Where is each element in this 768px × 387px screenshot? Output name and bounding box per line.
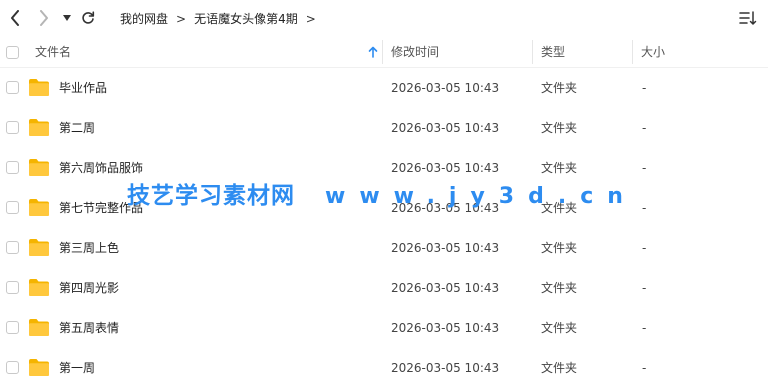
folder-icon [29, 159, 49, 176]
table-row[interactable]: 毕业作品 2026-03-05 10:43 文件夹 - [0, 68, 768, 108]
file-size: - [642, 281, 647, 295]
file-name: 第二周 [59, 121, 96, 135]
file-size: - [642, 321, 647, 335]
row-checkbox[interactable] [6, 361, 19, 374]
file-type: 文件夹 [541, 121, 578, 135]
file-type: 文件夹 [541, 361, 578, 375]
file-type: 文件夹 [541, 281, 578, 295]
row-checkbox[interactable] [6, 241, 19, 254]
file-name: 第一周 [59, 361, 96, 375]
forward-button[interactable] [34, 8, 54, 28]
row-checkbox[interactable] [6, 121, 19, 134]
folder-icon [29, 239, 49, 256]
file-size: - [642, 201, 647, 215]
file-size: - [642, 161, 647, 175]
file-type: 文件夹 [541, 201, 578, 215]
breadcrumb-separator: > [176, 11, 187, 26]
column-header-size[interactable]: 大小 [641, 36, 665, 68]
file-modified-date: 2026-03-05 10:43 [391, 281, 500, 295]
breadcrumb-item-current[interactable]: 无语魔女头像第4期 [194, 10, 298, 27]
table-row[interactable]: 第三周上色 2026-03-05 10:43 文件夹 - [0, 228, 768, 268]
row-checkbox[interactable] [6, 281, 19, 294]
file-name: 第四周光影 [59, 281, 120, 295]
file-modified-date: 2026-03-05 10:43 [391, 361, 500, 375]
file-size: - [642, 121, 647, 135]
column-header-name[interactable]: 文件名 [35, 36, 71, 68]
arrow-up-icon [368, 46, 378, 58]
table-row[interactable]: 第六周饰品服饰 2026-03-05 10:43 文件夹 - [0, 148, 768, 188]
column-header-type[interactable]: 类型 [541, 36, 565, 68]
file-size: - [642, 361, 647, 375]
folder-icon [29, 279, 49, 296]
row-checkbox[interactable] [6, 201, 19, 214]
file-modified-date: 2026-03-05 10:43 [391, 81, 500, 95]
refresh-icon [82, 11, 95, 24]
file-name: 第五周表情 [59, 321, 120, 335]
folder-icon [29, 79, 49, 96]
toolbar: 我的网盘 > 无语魔女头像第4期 > [0, 0, 768, 36]
table-row[interactable]: 第四周光影 2026-03-05 10:43 文件夹 - [0, 268, 768, 308]
select-all-checkbox[interactable] [6, 46, 19, 59]
breadcrumb: 我的网盘 > 无语魔女头像第4期 > [120, 10, 324, 27]
history-dropdown-button[interactable] [60, 8, 74, 28]
folder-icon [29, 359, 49, 376]
file-name: 毕业作品 [59, 81, 108, 95]
file-type: 文件夹 [541, 321, 578, 335]
back-button[interactable] [5, 8, 25, 28]
sort-options-button[interactable] [738, 9, 758, 27]
file-modified-date: 2026-03-05 10:43 [391, 321, 500, 335]
row-checkbox[interactable] [6, 321, 19, 334]
file-size: - [642, 241, 647, 255]
table-row[interactable]: 第七节完整作品 2026-03-05 10:43 文件夹 - [0, 188, 768, 228]
file-name: 第六周饰品服饰 [59, 161, 144, 175]
file-type: 文件夹 [541, 241, 578, 255]
file-name: 第七节完整作品 [59, 201, 144, 215]
file-size: - [642, 81, 647, 95]
file-modified-date: 2026-03-05 10:43 [391, 241, 500, 255]
chevron-right-icon [40, 10, 48, 26]
sort-list-icon [739, 11, 757, 25]
file-type: 文件夹 [541, 161, 578, 175]
row-checkbox[interactable] [6, 161, 19, 174]
column-divider[interactable] [382, 40, 383, 64]
file-modified-date: 2026-03-05 10:43 [391, 121, 500, 135]
file-name: 第三周上色 [59, 241, 120, 255]
table-row[interactable]: 第二周 2026-03-05 10:43 文件夹 - [0, 108, 768, 148]
row-checkbox[interactable] [6, 81, 19, 94]
folder-icon [29, 199, 49, 216]
breadcrumb-separator[interactable]: > [306, 12, 316, 26]
chevron-left-icon [11, 10, 19, 26]
table-row[interactable]: 第一周 2026-03-05 10:43 文件夹 - [0, 348, 768, 387]
file-type: 文件夹 [541, 81, 578, 95]
refresh-button[interactable] [78, 8, 98, 28]
column-divider[interactable] [532, 40, 533, 64]
file-modified-date: 2026-03-05 10:43 [391, 201, 500, 215]
caret-down-icon [63, 15, 71, 21]
column-divider[interactable] [632, 40, 633, 64]
breadcrumb-item-root[interactable]: 我的网盘 [120, 10, 168, 27]
table-row[interactable]: 第五周表情 2026-03-05 10:43 文件夹 - [0, 308, 768, 348]
file-modified-date: 2026-03-05 10:43 [391, 161, 500, 175]
table-header: 文件名 修改时间 类型 大小 [0, 36, 768, 68]
folder-icon [29, 119, 49, 136]
folder-icon [29, 319, 49, 336]
column-header-modified[interactable]: 修改时间 [391, 36, 439, 68]
